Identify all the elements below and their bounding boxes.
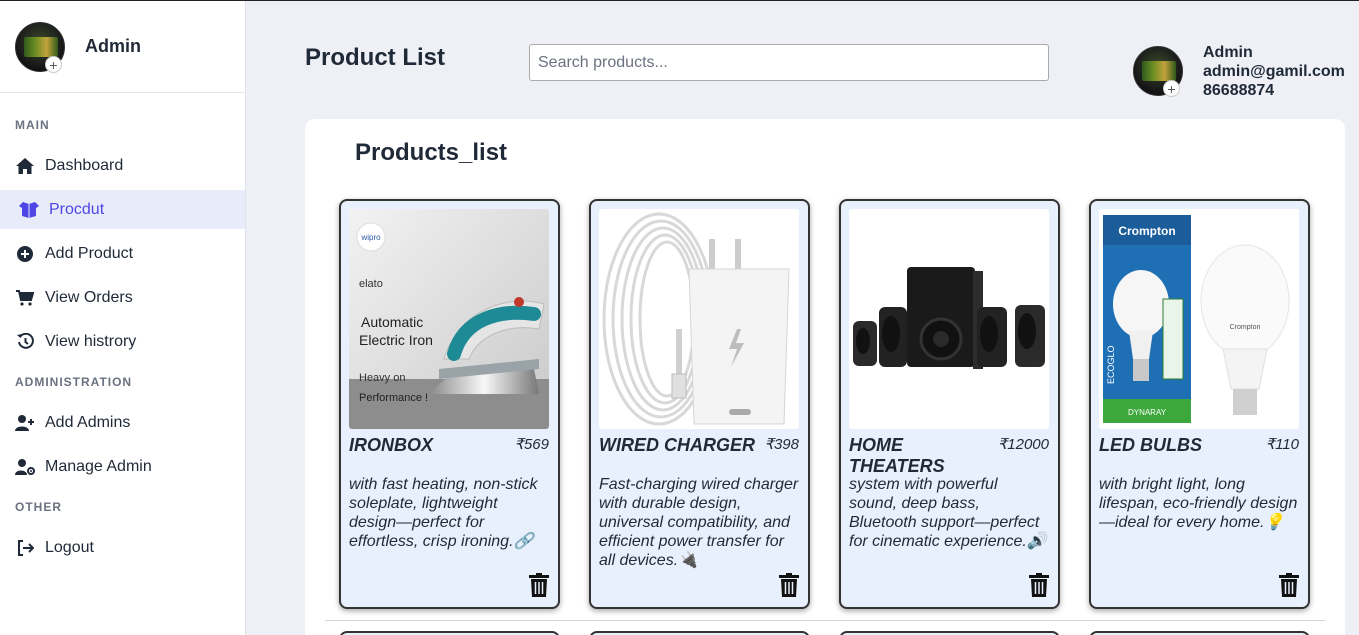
- user-email: admin@gamil.com: [1203, 63, 1345, 80]
- user-plus-icon: [15, 413, 35, 433]
- product-image-wired-charger: [599, 209, 799, 429]
- product-description: Fast-charging wired charger with durable…: [599, 476, 799, 569]
- product-card[interactable]: wipro elato Automatic Electric Iron Heav…: [339, 199, 560, 609]
- panel-title: Products_list: [355, 139, 508, 166]
- product-card[interactable]: [339, 631, 560, 635]
- sidebar-item-label: Add Admins: [45, 413, 131, 431]
- sidebar-item-view-orders[interactable]: View Orders: [0, 278, 245, 317]
- trash-icon[interactable]: [529, 573, 549, 597]
- product-name: HOME THEATERS: [849, 435, 945, 476]
- sidebar-item-label: Dashboard: [45, 156, 124, 174]
- user-phone: 86688874: [1203, 82, 1275, 99]
- product-image-electric-iron: wipro elato Automatic Electric Iron Heav…: [349, 209, 549, 429]
- trash-icon[interactable]: [779, 573, 799, 597]
- brand-name: Admin: [85, 36, 141, 56]
- svg-text:wipro: wipro: [360, 233, 381, 242]
- box-open-icon: [19, 200, 39, 220]
- user-info: Admin admin@gamil.com 86688874: [1203, 43, 1345, 100]
- svg-text:elato: elato: [359, 278, 383, 290]
- product-name: IRONBOX: [349, 435, 434, 455]
- sidebar-item-label: Procdut: [49, 200, 105, 218]
- add-photo-icon[interactable]: +: [1163, 80, 1180, 97]
- product-card[interactable]: [839, 631, 1060, 635]
- product-image-home-theater: [849, 209, 1049, 429]
- history-icon: [15, 332, 35, 352]
- product-card[interactable]: HOME THEATERS ₹12000 system with powerfu…: [839, 199, 1060, 609]
- row-divider: [325, 620, 1325, 621]
- section-label-main: MAIN: [15, 118, 50, 132]
- product-name: LED BULBS: [1099, 435, 1202, 455]
- svg-text:Crompton: Crompton: [1230, 324, 1261, 331]
- svg-text:Automatic: Automatic: [361, 314, 423, 330]
- product-card[interactable]: WIRED CHARGER ₹398 Fast-charging wired c…: [589, 199, 810, 609]
- product-description: with bright light, long lifespan, eco-fr…: [1099, 476, 1298, 531]
- home-icon: [15, 156, 35, 176]
- sidebar-item-product[interactable]: Procdut: [0, 190, 245, 229]
- products-panel: Products_list wipro elato Automatic Elec…: [305, 119, 1345, 635]
- sidebar-item-label: Manage Admin: [45, 457, 152, 475]
- sidebar-brand: + Admin: [0, 1, 245, 93]
- product-card[interactable]: [1089, 631, 1310, 635]
- product-price: ₹110: [1265, 436, 1299, 453]
- avatar[interactable]: +: [15, 21, 65, 73]
- cart-icon: [15, 288, 35, 308]
- svg-text:ECOGLO: ECOGLO: [1106, 345, 1116, 384]
- sidebar-item-manage-admin[interactable]: Manage Admin: [0, 447, 245, 486]
- trash-icon[interactable]: [1029, 573, 1049, 597]
- sidebar-item-view-history[interactable]: View histrory: [0, 322, 245, 361]
- sidebar-item-add-product[interactable]: Add Product: [0, 234, 245, 273]
- product-image-led-bulbs: Crompton DYNARAY ECOGLO Crompton: [1099, 209, 1299, 429]
- sidebar-item-add-admins[interactable]: Add Admins: [0, 403, 245, 442]
- product-price: ₹12000: [997, 436, 1049, 453]
- product-price: ₹398: [764, 436, 799, 453]
- product-card[interactable]: [589, 631, 810, 635]
- trash-icon[interactable]: [1279, 573, 1299, 597]
- sidebar-item-label: View histrory: [45, 332, 137, 350]
- product-description: system with powerful sound, deep bass, B…: [849, 476, 1047, 550]
- svg-text:Electric Iron: Electric Iron: [359, 332, 433, 348]
- section-label-administration: ADMINISTRATION: [15, 375, 133, 389]
- svg-text:Heavy on: Heavy on: [359, 372, 405, 384]
- section-label-other: OTHER: [15, 500, 62, 514]
- sidebar-item-label: View Orders: [45, 288, 133, 306]
- sidebar-item-label: Logout: [45, 538, 94, 556]
- svg-text:Crompton: Crompton: [1118, 224, 1175, 238]
- sidebar-item-dashboard[interactable]: Dashboard: [0, 146, 245, 185]
- plus-circle-icon: [15, 244, 35, 264]
- product-description: with fast heating, non-stick soleplate, …: [349, 476, 538, 550]
- user-avatar[interactable]: +: [1133, 46, 1183, 97]
- product-name: WIRED CHARGER: [599, 435, 755, 455]
- user-name: Admin: [1203, 44, 1253, 61]
- product-price: ₹569: [514, 436, 549, 453]
- page-title: Product List: [305, 44, 446, 71]
- sidebar-item-logout[interactable]: Logout: [0, 528, 245, 567]
- logout-icon: [15, 538, 35, 558]
- add-photo-icon[interactable]: +: [45, 55, 62, 73]
- svg-text:DYNARAY: DYNARAY: [1128, 408, 1167, 417]
- sidebar-item-label: Add Product: [45, 244, 134, 262]
- svg-text:Performance !: Performance !: [359, 392, 428, 404]
- sidebar: + Admin MAIN Dashboard Procdut Add Produ…: [0, 1, 246, 635]
- user-gear-icon: [15, 457, 35, 477]
- product-card[interactable]: Crompton DYNARAY ECOGLO Crompton LED BUL…: [1089, 199, 1310, 609]
- search-input[interactable]: [529, 44, 1049, 81]
